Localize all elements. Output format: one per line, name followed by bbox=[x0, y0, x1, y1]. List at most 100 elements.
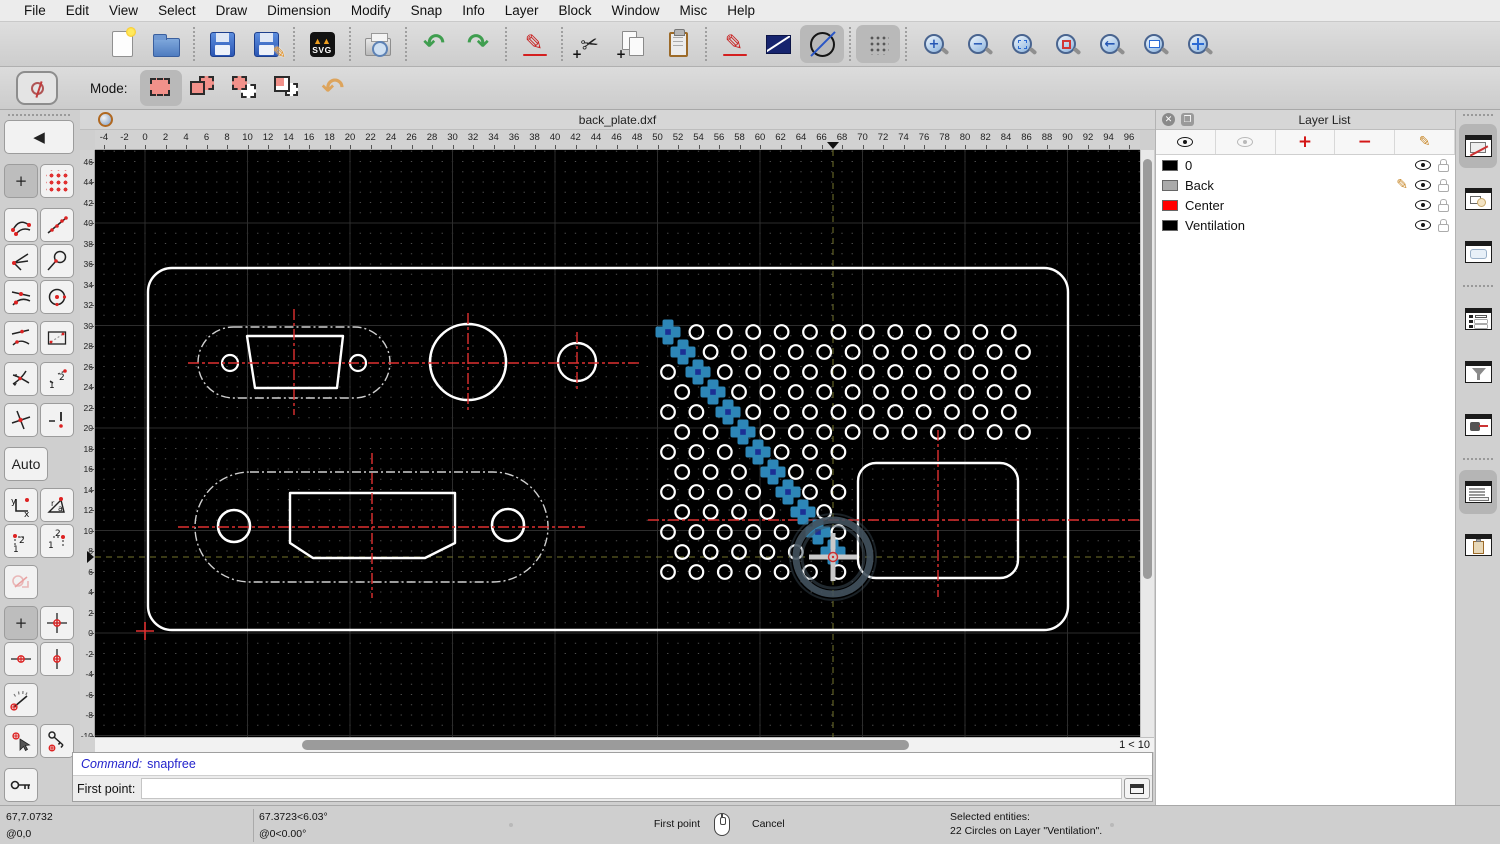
menu-item-block[interactable]: Block bbox=[549, 3, 602, 18]
show-all-layers-button[interactable] bbox=[1156, 130, 1216, 154]
toolbar-grip[interactable] bbox=[1463, 114, 1493, 116]
line-tool-button[interactable] bbox=[756, 25, 800, 63]
snap-tangent-button[interactable] bbox=[40, 244, 74, 278]
key-button[interactable] bbox=[4, 768, 38, 802]
snap-grid-box-button[interactable] bbox=[40, 321, 74, 355]
zoom-auto-button[interactable] bbox=[1000, 25, 1044, 63]
snap-free-button[interactable]: + bbox=[4, 164, 38, 198]
remove-layer-button[interactable]: − bbox=[1335, 130, 1396, 154]
new-file-button[interactable] bbox=[100, 25, 144, 63]
restrict-horizontal-button[interactable] bbox=[4, 642, 38, 676]
selection-tool-faded-button[interactable] bbox=[4, 565, 38, 599]
dock-library-browser-button[interactable] bbox=[1459, 230, 1497, 274]
revert-selection-icon[interactable]: ↶ bbox=[322, 73, 345, 104]
layer-row[interactable]: Center bbox=[1156, 195, 1455, 215]
cut-button[interactable]: ✂ + bbox=[568, 25, 612, 63]
save-button[interactable] bbox=[200, 25, 244, 63]
restrict-vertical-button[interactable] bbox=[40, 642, 74, 676]
menu-item-view[interactable]: View bbox=[99, 3, 148, 18]
layer-lock-icon[interactable] bbox=[1438, 218, 1449, 232]
menu-item-file[interactable]: File bbox=[14, 3, 56, 18]
layer-color-swatch[interactable] bbox=[1162, 179, 1178, 191]
vertical-scrollbar-thumb[interactable] bbox=[1143, 159, 1152, 579]
menu-item-draw[interactable]: Draw bbox=[206, 3, 258, 18]
horizontal-scrollbar[interactable] bbox=[95, 737, 1108, 752]
zoom-out-button[interactable]: − bbox=[956, 25, 1000, 63]
menu-item-help[interactable]: Help bbox=[717, 3, 765, 18]
layer-visibility-icon[interactable] bbox=[1415, 200, 1431, 210]
layer-visibility-icon[interactable] bbox=[1415, 180, 1431, 190]
coordinate-xy-button[interactable]: yx bbox=[4, 488, 38, 522]
set-relative-zero-button[interactable] bbox=[4, 724, 38, 758]
layer-lock-icon[interactable] bbox=[1438, 178, 1449, 192]
snap-back-button[interactable]: ◀ bbox=[4, 120, 74, 154]
paste-button[interactable] bbox=[656, 25, 700, 63]
snap-center-button[interactable] bbox=[40, 280, 74, 314]
mode-intersect-button[interactable] bbox=[266, 70, 308, 106]
drawing-canvas[interactable] bbox=[95, 150, 1140, 737]
selection-order-button[interactable] bbox=[16, 71, 58, 105]
snap-middle-button[interactable] bbox=[4, 280, 38, 314]
menu-item-info[interactable]: Info bbox=[452, 3, 495, 18]
layer-color-swatch[interactable] bbox=[1162, 219, 1178, 231]
zoom-previous-button[interactable]: ← bbox=[1088, 25, 1132, 63]
close-panel-icon[interactable]: ✕ bbox=[1162, 113, 1175, 126]
delete-button[interactable]: ✎ bbox=[512, 25, 556, 63]
dock-entity-list-button[interactable] bbox=[1459, 297, 1497, 341]
lock-relative-zero-button[interactable] bbox=[40, 724, 74, 758]
layer-color-swatch[interactable] bbox=[1162, 159, 1178, 171]
mode-replace-button[interactable] bbox=[139, 70, 182, 106]
snap-intersection-button[interactable] bbox=[4, 362, 38, 396]
dock-pen-settings-button[interactable] bbox=[1459, 403, 1497, 447]
print-preview-button[interactable] bbox=[356, 25, 400, 63]
snap-on-entity-button[interactable] bbox=[40, 208, 74, 242]
snap-exclude-button[interactable] bbox=[40, 403, 74, 437]
menu-item-modify[interactable]: Modify bbox=[341, 3, 401, 18]
menu-item-window[interactable]: Window bbox=[602, 3, 670, 18]
open-file-button[interactable] bbox=[144, 25, 188, 63]
menu-item-dimension[interactable]: Dimension bbox=[257, 3, 341, 18]
mode-add-button[interactable] bbox=[182, 70, 224, 106]
menu-item-snap[interactable]: Snap bbox=[401, 3, 453, 18]
points-21-button[interactable]: 21 bbox=[40, 524, 74, 558]
snap-restrict-12-button[interactable]: 21 bbox=[40, 362, 74, 396]
save-as-button[interactable]: ✎ bbox=[244, 25, 288, 63]
dock-layer-list-button[interactable] bbox=[1459, 124, 1497, 168]
zoom-selected-button[interactable] bbox=[1044, 25, 1088, 63]
snap-endpoints-button[interactable] bbox=[4, 208, 38, 242]
document-tab[interactable]: back_plate.dxf bbox=[80, 110, 1155, 130]
draw-pencil-button[interactable]: ✎ bbox=[712, 25, 756, 63]
layer-row[interactable]: Back ✎ bbox=[1156, 175, 1455, 195]
horizontal-scrollbar-thumb[interactable] bbox=[302, 740, 909, 750]
vertical-scrollbar[interactable] bbox=[1140, 150, 1154, 737]
layer-lock-icon[interactable] bbox=[1438, 158, 1449, 172]
menu-item-edit[interactable]: Edit bbox=[56, 3, 99, 18]
grid-toggle-button[interactable] bbox=[856, 25, 900, 63]
layer-row[interactable]: 0 bbox=[1156, 155, 1455, 175]
dock-block-list-button[interactable] bbox=[1459, 177, 1497, 221]
dock-filter-button[interactable] bbox=[1459, 350, 1497, 394]
float-panel-icon[interactable]: ❐ bbox=[1181, 113, 1194, 126]
zoom-in-button[interactable]: + bbox=[912, 25, 956, 63]
export-svg-button[interactable]: ▲▲ SVG bbox=[300, 25, 344, 63]
layer-visibility-icon[interactable] bbox=[1415, 220, 1431, 230]
layer-lock-icon[interactable] bbox=[1438, 198, 1449, 212]
snap-perpendicular-button[interactable] bbox=[4, 244, 38, 278]
zoom-window-button[interactable] bbox=[1132, 25, 1176, 63]
circle-tool-button[interactable] bbox=[800, 25, 844, 63]
coordinate-polar-button[interactable]: ra bbox=[40, 488, 74, 522]
dock-command-line-button[interactable] bbox=[1459, 470, 1497, 514]
hide-all-layers-button[interactable] bbox=[1216, 130, 1276, 154]
zoom-pan-button[interactable] bbox=[1176, 25, 1220, 63]
undo-button[interactable]: ↶ bbox=[412, 25, 456, 63]
command-input[interactable] bbox=[141, 778, 1122, 799]
command-options-button[interactable] bbox=[1124, 778, 1150, 799]
redo-button[interactable]: ↷ bbox=[456, 25, 500, 63]
mode-subtract-button[interactable] bbox=[224, 70, 266, 106]
snap-distance-button[interactable] bbox=[4, 321, 38, 355]
restrict-both-button[interactable] bbox=[40, 606, 74, 640]
edit-layer-button[interactable]: ✎ bbox=[1395, 130, 1455, 154]
layer-visibility-icon[interactable] bbox=[1415, 160, 1431, 170]
menu-item-misc[interactable]: Misc bbox=[670, 3, 718, 18]
snap-grid-button[interactable] bbox=[40, 164, 74, 198]
